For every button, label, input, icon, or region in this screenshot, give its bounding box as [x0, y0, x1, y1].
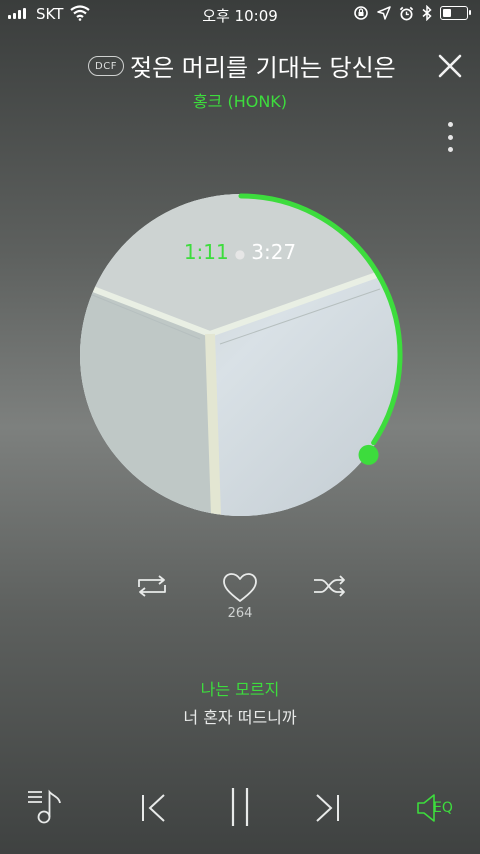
lyrics-next-line[interactable]: 너 혼자 떠드니까: [0, 704, 480, 728]
shuffle-icon[interactable]: [312, 574, 348, 598]
dcf-badge: DCF: [88, 56, 124, 76]
playlist-icon[interactable]: [26, 786, 66, 826]
total-time: 3:27: [251, 240, 297, 264]
song-title: 젖은 머리를 기대는 당신은: [130, 54, 396, 82]
like-count: 264: [227, 606, 253, 621]
eq-button[interactable]: EQ: [416, 792, 466, 824]
next-icon[interactable]: [313, 793, 341, 823]
bluetooth-icon: [422, 5, 432, 21]
status-bar: SKT 오후 10:09: [0, 0, 480, 28]
eq-label: EQ: [433, 800, 453, 816]
alarm-icon: [399, 6, 414, 20]
time-display: 1:11 ● 3:27: [183, 240, 297, 264]
location-icon: [377, 6, 391, 20]
more-vertical-icon[interactable]: [442, 122, 458, 152]
pause-icon[interactable]: [228, 786, 252, 828]
lyrics-current-line[interactable]: 나는 모르지: [0, 676, 480, 700]
repeat-icon[interactable]: [134, 574, 170, 598]
screen-lock-icon: [354, 6, 368, 20]
progress-knob[interactable]: [358, 444, 379, 465]
artist-name[interactable]: 홍크 (HONK): [0, 88, 480, 112]
battery-icon: [440, 6, 471, 20]
heart-icon[interactable]: [222, 572, 258, 604]
previous-icon[interactable]: [140, 793, 168, 823]
close-icon[interactable]: [436, 52, 464, 80]
status-icons: [353, 5, 471, 21]
current-time: 1:11: [183, 240, 229, 264]
